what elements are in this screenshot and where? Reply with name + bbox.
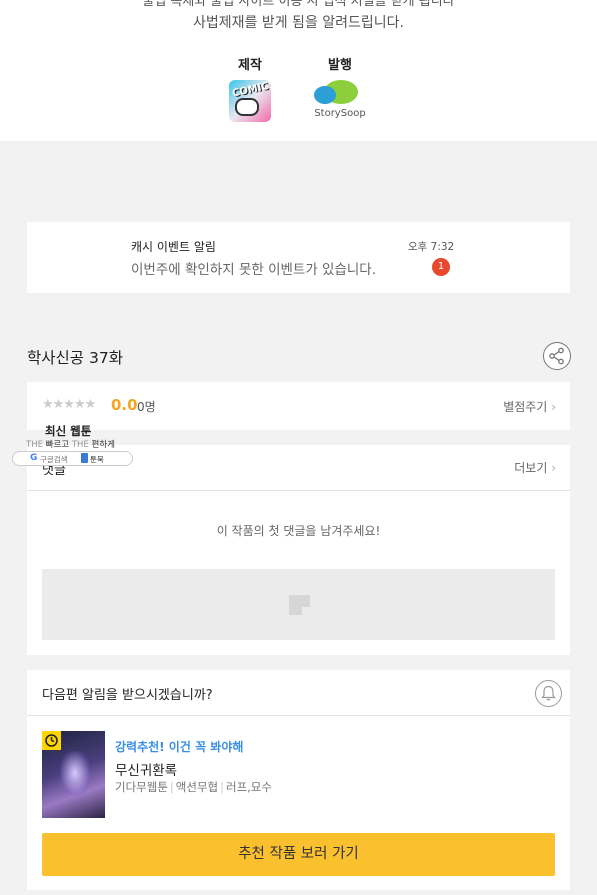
- alert-title: 캐시 이벤트 알림: [131, 240, 216, 254]
- toonbook-label: 툰북: [90, 455, 104, 464]
- rating-score: 0.0: [111, 396, 138, 414]
- more-comments-button[interactable]: 더보기 ›: [514, 459, 556, 476]
- rate-label: 별점주기: [503, 400, 548, 414]
- rating-count: 0명: [137, 400, 156, 414]
- storysoop-logo: StorySoop: [310, 80, 370, 122]
- next-episode-header: 다음편 알림을 받으시겠습니까?: [27, 670, 570, 716]
- cash-event-alert[interactable]: 캐시 이벤트 알림 이번주에 확인하지 못한 이벤트가 있습니다. 오후 7:3…: [27, 222, 570, 293]
- go-to-recommended-button[interactable]: 추천 작품 보러 가기: [42, 833, 555, 876]
- storysoop-logo-text: StorySoop: [314, 108, 366, 119]
- publisher-credit: 발행 StorySoop: [310, 54, 370, 122]
- share-button[interactable]: [543, 342, 571, 370]
- top-section: 불법 복제와 불법 사이트 이용 시 법적 처벌을 받게 됩니다 사법제재를 받…: [0, 0, 597, 141]
- alert-count-badge: 1: [432, 258, 450, 276]
- empty-comments-message: 이 작품의 첫 댓글을 남겨주세요!: [216, 524, 381, 538]
- meta-tag: 액션무협: [175, 780, 219, 794]
- next-episode-section: 다음편 알림을 받으시겠습니까? 강력추천! 이건 꼭 봐야해 무신귀환록 기다…: [27, 670, 570, 890]
- google-icon: G: [30, 453, 38, 463]
- toonbook-floating-banner[interactable]: 최신 웹툰 THE 빠르고 THE 편하게 G 구글검색 툰북: [12, 420, 134, 468]
- comics-logo-text: COMICS: [231, 80, 271, 100]
- comments-section: 댓글 더보기 › 이 작품의 첫 댓글을 남겨주세요!: [27, 445, 570, 655]
- meta-tag: 기다무웹툰: [115, 780, 168, 794]
- banner-subtitle: THE 빠르고 THE 편하게: [26, 440, 115, 450]
- image-placeholder-icon: [289, 595, 310, 615]
- next-episode-question: 다음편 알림을 받으시겠습니까?: [42, 688, 213, 703]
- recommend-tagline: 강력추천! 이건 꼭 봐야해: [115, 740, 244, 754]
- meta-tag: 러프,묘수: [225, 780, 272, 794]
- chevron-right-icon: ›: [551, 461, 556, 475]
- alert-body: 이번주에 확인하지 못한 이벤트가 있습니다.: [131, 262, 377, 278]
- alert-time: 오후 7:32: [408, 241, 455, 253]
- star-rating: ★★★★★: [42, 397, 96, 412]
- banner-search-bar[interactable]: G 구글검색 툰북: [12, 451, 133, 466]
- banner-title: 최신 웹툰: [45, 424, 92, 438]
- notification-toggle[interactable]: [535, 680, 562, 707]
- google-search-label: 구글검색: [40, 455, 68, 464]
- clock-icon: [42, 731, 61, 750]
- recommended-title[interactable]: 무신귀환록: [115, 759, 177, 779]
- bell-icon: [541, 685, 556, 701]
- notice-line-cut: 불법 복제와 불법 사이트 이용 시 법적 처벌을 받게 됩니다: [142, 0, 455, 9]
- share-icon: [549, 347, 564, 365]
- notice-line: 사법제재를 받게 됨을 알려드립니다.: [193, 15, 404, 31]
- producer-label: 제작: [238, 58, 262, 73]
- episode-title: 학사신공 37화: [27, 349, 123, 367]
- recommended-meta: 기다무웹툰 | 액션무협 | 러프,묘수: [115, 780, 272, 794]
- book-icon: [81, 453, 88, 463]
- recommended-thumbnail[interactable]: [42, 731, 105, 818]
- rate-button[interactable]: 별점주기 ›: [503, 398, 556, 415]
- more-label: 더보기: [514, 461, 548, 475]
- producer-credit: 제작 COMICS: [226, 54, 274, 122]
- comics-logo: COMICS: [229, 80, 271, 122]
- credits: 제작 COMICS 발행 StorySoop: [0, 54, 597, 134]
- ad-placeholder[interactable]: [42, 569, 555, 640]
- chevron-right-icon: ›: [551, 400, 556, 414]
- publisher-label: 발행: [328, 58, 352, 73]
